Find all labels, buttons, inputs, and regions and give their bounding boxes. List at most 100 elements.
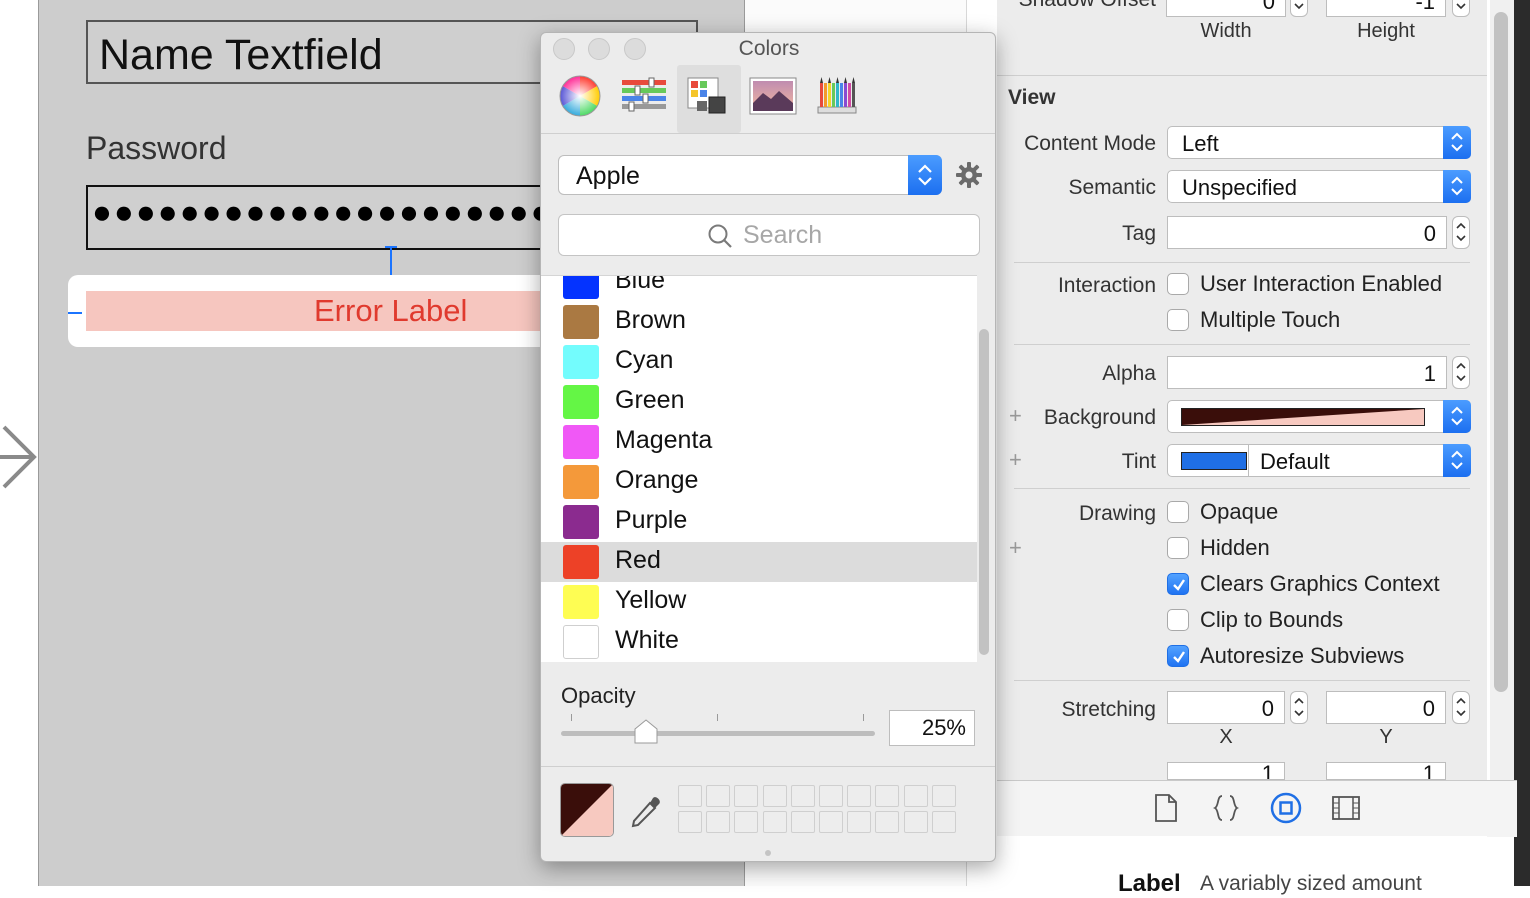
color-name: Cyan [615, 346, 674, 374]
file-icon[interactable] [1154, 794, 1178, 822]
slider-tick [571, 714, 572, 721]
custom-color-well[interactable] [678, 785, 702, 807]
segue-arrow-icon[interactable] [0, 425, 40, 489]
color-list-item[interactable]: White [541, 622, 977, 662]
y-label: Y [1379, 726, 1393, 748]
leading-constraint[interactable] [68, 312, 82, 314]
color-list-item[interactable]: Magenta [541, 422, 977, 462]
hidden-variation-plus-icon[interactable]: + [1009, 535, 1022, 561]
color-list-item[interactable]: Cyan [541, 342, 977, 382]
custom-color-well[interactable] [847, 811, 872, 833]
tint-popup[interactable]: Default [1167, 444, 1471, 477]
media-icon[interactable] [1332, 796, 1360, 820]
color-list-item[interactable]: Green [541, 382, 977, 422]
interaction-label: Interaction [1057, 274, 1156, 297]
alpha-field[interactable]: 1 [1167, 356, 1447, 389]
custom-color-well[interactable] [762, 785, 787, 807]
shadow-width-field[interactable]: 0 [1166, 0, 1286, 17]
opaque-label: Opaque [1200, 499, 1279, 524]
width-label: Width [1200, 20, 1252, 42]
alpha-stepper[interactable] [1452, 356, 1470, 389]
stretch-x-value: 0 [1261, 696, 1274, 721]
color-wheel-icon[interactable] [559, 75, 601, 117]
background-color-popup[interactable] [1167, 400, 1471, 433]
braces-icon[interactable] [1212, 794, 1240, 822]
hidden-checkbox[interactable] [1167, 537, 1189, 559]
color-swatch [563, 425, 599, 459]
user-interaction-checkbox[interactable] [1167, 273, 1189, 295]
library-item-title[interactable]: Label [1118, 870, 1181, 898]
eyedropper-icon[interactable] [629, 795, 663, 829]
opacity-slider-knob[interactable] [633, 719, 659, 745]
custom-color-well[interactable] [762, 811, 787, 833]
resize-grip-icon[interactable] [765, 850, 771, 856]
color-sliders-icon[interactable] [621, 77, 667, 113]
color-list-item[interactable]: Yellow [541, 582, 977, 622]
color-name: Brown [615, 306, 686, 334]
custom-color-well[interactable] [931, 785, 956, 807]
custom-color-well[interactable] [875, 811, 900, 833]
opaque-checkbox[interactable] [1167, 501, 1189, 523]
color-list-item[interactable]: Orange [541, 462, 977, 502]
color-palettes-icon[interactable] [687, 77, 727, 117]
opacity-value-field[interactable]: 25% [889, 710, 975, 746]
custom-color-well[interactable] [790, 811, 815, 833]
content-mode-label: Content Mode [1024, 132, 1156, 155]
custom-color-well[interactable] [903, 811, 928, 833]
color-list-scrollbar[interactable] [979, 329, 989, 655]
color-list-item[interactable]: Purple [541, 502, 977, 542]
pencils-icon[interactable] [817, 75, 857, 115]
stretch-x-stepper[interactable] [1290, 691, 1308, 724]
tag-stepper[interactable] [1452, 216, 1470, 249]
stretch-x-field[interactable]: 0 [1167, 691, 1285, 724]
custom-color-well[interactable] [706, 785, 731, 807]
object-icon[interactable] [1270, 792, 1302, 824]
image-palettes-icon[interactable] [749, 77, 797, 115]
stretch-width-field[interactable]: 1 [1167, 762, 1285, 780]
search-placeholder: Search [743, 221, 823, 249]
clears-graphics-checkbox[interactable] [1167, 573, 1189, 595]
content-mode-popup[interactable]: Left [1167, 126, 1471, 159]
clip-to-bounds-checkbox[interactable] [1167, 609, 1189, 631]
semantic-popup[interactable]: Unspecified [1167, 170, 1471, 203]
current-color-well[interactable] [560, 783, 614, 837]
autoresize-checkbox[interactable] [1167, 645, 1189, 667]
shadow-height-field[interactable]: -1 [1326, 0, 1446, 17]
shadow-width-value: 0 [1262, 0, 1275, 14]
shadow-height-stepper[interactable] [1452, 0, 1470, 17]
color-list-item[interactable]: Brown [541, 302, 977, 342]
password-label[interactable]: Password [86, 130, 227, 167]
custom-color-well[interactable] [706, 811, 731, 833]
tag-field[interactable]: 0 [1167, 216, 1447, 249]
toolbar-divider [541, 133, 995, 134]
color-name: Magenta [615, 426, 713, 454]
color-list-item[interactable]: Red [541, 542, 977, 582]
opacity-slider-track[interactable] [561, 731, 875, 736]
color-search-field[interactable]: Search [558, 214, 980, 256]
color-swatch [563, 545, 599, 579]
custom-color-well[interactable] [790, 785, 815, 807]
multiple-touch-checkbox[interactable] [1167, 309, 1189, 331]
stretch-height-field[interactable]: 1 [1326, 762, 1446, 780]
color-swatch [563, 345, 599, 379]
custom-color-well[interactable] [678, 811, 702, 833]
custom-color-well[interactable] [875, 785, 900, 807]
custom-color-well[interactable] [734, 785, 759, 807]
palette-list-popup[interactable]: Apple [558, 155, 942, 195]
custom-color-well[interactable] [931, 811, 956, 833]
stretch-y-field[interactable]: 0 [1326, 691, 1446, 724]
inspector-scrollbar[interactable] [1494, 12, 1508, 692]
shadow-width-stepper[interactable] [1290, 0, 1308, 17]
popup-chevron-icon [1443, 400, 1471, 433]
custom-color-well[interactable] [819, 785, 843, 807]
colors-panel: Colors Apple Search Blue Brown Cyan Gree… [540, 32, 996, 862]
hidden-label: Hidden [1200, 535, 1270, 560]
alpha-label: Alpha [1102, 362, 1156, 385]
custom-color-well[interactable] [847, 785, 872, 807]
color-list-item[interactable]: Blue [541, 276, 977, 302]
custom-color-well[interactable] [734, 811, 759, 833]
stretch-y-stepper[interactable] [1452, 691, 1470, 724]
custom-color-well[interactable] [903, 785, 928, 807]
custom-color-well[interactable] [819, 811, 843, 833]
gear-icon[interactable] [955, 161, 983, 189]
